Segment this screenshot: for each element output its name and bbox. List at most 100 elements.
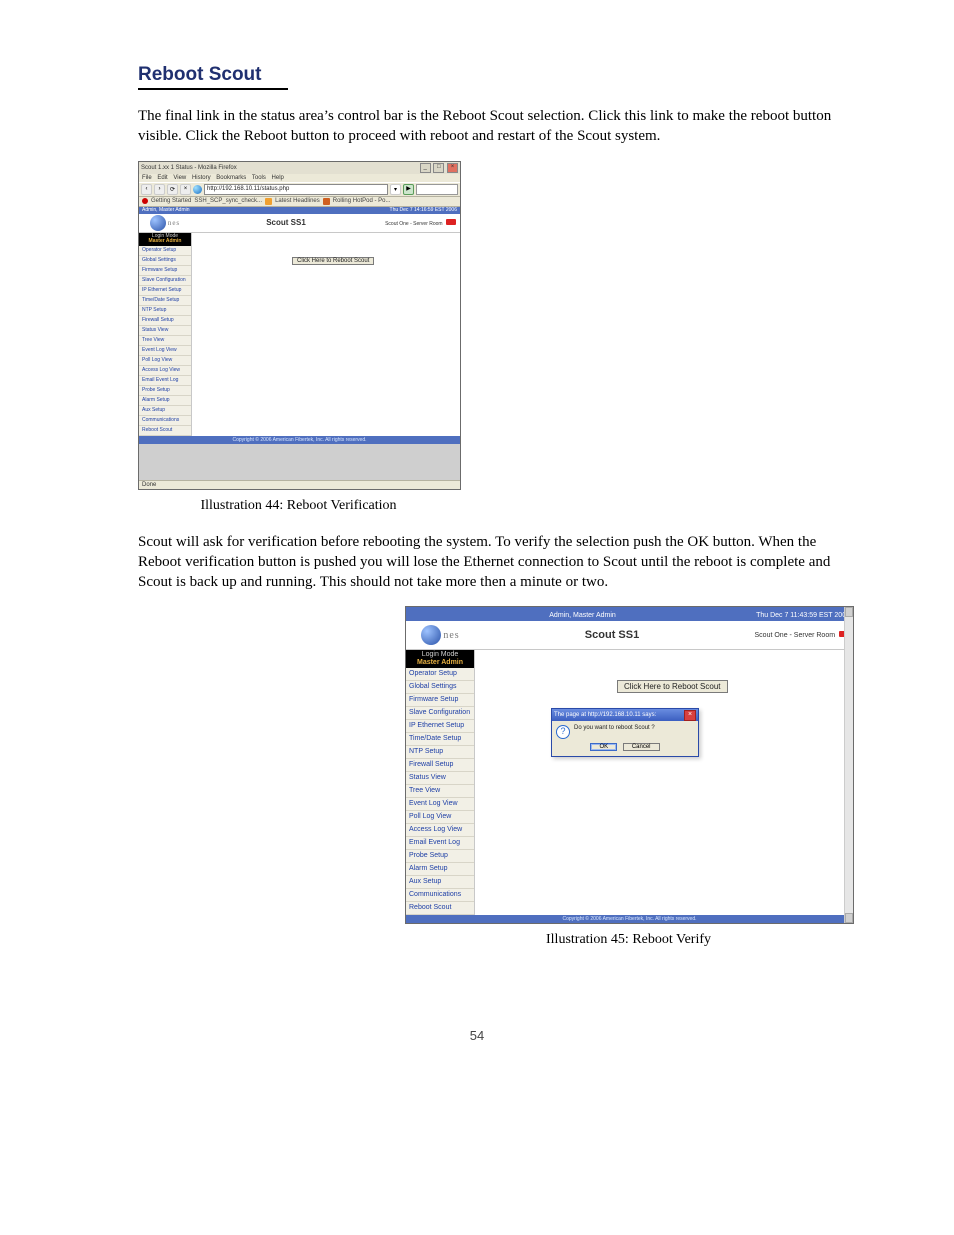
nav-operator-setup[interactable]: Operator Setup [406, 668, 474, 681]
reboot-scout-button[interactable]: Click Here to Reboot Scout [617, 680, 728, 693]
app-logobar: nes Scout SS1 Scout One - Server Room [139, 214, 460, 233]
nav-ip-ethernet-setup[interactable]: IP Ethernet Setup [139, 286, 191, 296]
browser-menubar[interactable]: File Edit View History Bookmarks Tools H… [139, 174, 460, 182]
device-title: Scout SS1 [475, 629, 749, 641]
nav-status-view[interactable]: Status View [139, 326, 191, 336]
back-button[interactable]: ‹ [141, 184, 152, 195]
nav-firewall-setup[interactable]: Firewall Setup [139, 316, 191, 326]
nav-alarm-setup[interactable]: Alarm Setup [139, 396, 191, 406]
device-title: Scout SS1 [191, 218, 381, 227]
nav-ntp-setup[interactable]: NTP Setup [139, 306, 191, 316]
nav-event-log-view[interactable]: Event Log View [406, 798, 474, 811]
bookmark-getting-started[interactable]: Getting Started [151, 198, 191, 204]
nav-operator-setup[interactable]: Operator Setup [139, 246, 191, 256]
nav-alarm-setup[interactable]: Alarm Setup [406, 863, 474, 876]
scroll-up-button[interactable] [845, 607, 853, 617]
nav-time-date-setup[interactable]: Time/Date Setup [406, 733, 474, 746]
nav-event-log-view[interactable]: Event Log View [139, 346, 191, 356]
scroll-down-button[interactable] [845, 913, 853, 923]
nav-reboot-scout[interactable]: Reboot Scout [139, 426, 191, 436]
nav-probe-setup[interactable]: Probe Setup [139, 386, 191, 396]
nav-time-date-setup[interactable]: Time/Date Setup [139, 296, 191, 306]
nav-slave-configuration[interactable]: Slave Configuration [406, 707, 474, 720]
record-icon [446, 219, 456, 225]
nav-email-event-log[interactable]: Email Event Log [406, 837, 474, 850]
app-header-time: Thu Dec 7 11:43:59 EST 2006 [756, 611, 850, 621]
browser-title: Scout 1.xx 1 Status - Mozilla Firefox [141, 165, 237, 171]
close-button[interactable]: × [447, 163, 458, 173]
reload-button[interactable]: ⟳ [167, 184, 178, 195]
address-bar[interactable]: http://192.168.10.11/status.php [204, 184, 388, 195]
app-logobar: nes Scout SS1 Scout One - Server Room [406, 621, 853, 650]
figure-reboot-verify: Admin, Master Admin Thu Dec 7 11:43:59 E… [405, 606, 854, 923]
app-logo-icon [421, 625, 441, 645]
browser-blank-area [139, 444, 460, 480]
nav-poll-log-view[interactable]: Poll Log View [406, 811, 474, 824]
scrollbar[interactable] [844, 607, 853, 922]
nav-firmware-setup[interactable]: Firmware Setup [139, 266, 191, 276]
question-icon: ? [556, 725, 570, 739]
stop-button[interactable]: × [180, 184, 191, 195]
dialog-titlebar: The page at http://192.168.10.11 says: × [552, 709, 698, 721]
app-brand: nes [168, 219, 180, 227]
bookmark-headlines[interactable]: Latest Headlines [275, 198, 320, 204]
app-header-time: Thu Dec 7 14:16:59 EST 2006 [390, 207, 457, 214]
dialog-message: Do you want to reboot Scout ? [574, 725, 694, 731]
figure-1-caption: Illustration 44: Reboot Verification [138, 498, 459, 514]
nav-poll-log-view[interactable]: Poll Log View [139, 356, 191, 366]
app-header-user: Admin, Master Admin [549, 611, 616, 621]
nav-aux-setup[interactable]: Aux Setup [406, 876, 474, 889]
nav-access-log-view[interactable]: Access Log View [139, 366, 191, 376]
nav-communications[interactable]: Communications [406, 889, 474, 902]
main-pane: Click Here to Reboot Scout The page at h… [475, 650, 853, 862]
home-icon[interactable] [193, 185, 202, 194]
bookmark-icon [265, 198, 272, 205]
nav-global-settings[interactable]: Global Settings [139, 256, 191, 266]
nav-ip-ethernet-setup[interactable]: IP Ethernet Setup [406, 720, 474, 733]
nav-reboot-scout[interactable]: Reboot Scout [406, 902, 474, 915]
nav-tree-view[interactable]: Tree View [406, 785, 474, 798]
nav-ntp-setup[interactable]: NTP Setup [406, 746, 474, 759]
forward-button[interactable]: › [154, 184, 165, 195]
app-body: Login Mode Master Admin Operator Setup G… [406, 650, 853, 914]
app-brand: nes [443, 630, 459, 641]
app-body: Login Mode Master Admin Operator Setup G… [139, 233, 460, 436]
sidebar-login-mode: Login Mode Master Admin [139, 233, 191, 246]
maximize-button[interactable]: □ [433, 163, 444, 173]
nav-communications[interactable]: Communications [139, 416, 191, 426]
browser-navbar: ‹ › ⟳ × http://192.168.10.11/status.php … [139, 182, 460, 197]
nav-slave-configuration[interactable]: Slave Configuration [139, 276, 191, 286]
feed-icon[interactable]: ▾ [390, 184, 401, 195]
nav-aux-setup[interactable]: Aux Setup [139, 406, 191, 416]
figure-2-caption: Illustration 45: Reboot Verify [405, 932, 852, 948]
nav-probe-setup[interactable]: Probe Setup [406, 850, 474, 863]
dialog-cancel-button[interactable]: Cancel [623, 743, 660, 751]
app-footer: Copyright © 2006 American Fibertek, Inc.… [406, 915, 853, 923]
minimize-button[interactable]: _ [420, 163, 431, 173]
reboot-scout-button[interactable]: Click Here to Reboot Scout [292, 257, 374, 265]
app-logo-icon [150, 215, 166, 231]
dialog-ok-button[interactable]: OK [590, 743, 617, 751]
section-heading: Reboot Scout [138, 64, 844, 86]
bookmark-rolling[interactable]: Rolling HotPod - Po... [333, 198, 391, 204]
sidebar-login-mode: Login Mode Master Admin [406, 650, 474, 667]
nav-global-settings[interactable]: Global Settings [406, 681, 474, 694]
app-header: Admin, Master Admin Thu Dec 7 11:43:59 E… [406, 611, 853, 621]
nav-email-event-log[interactable]: Email Event Log [139, 376, 191, 386]
nav-access-log-view[interactable]: Access Log View [406, 824, 474, 837]
paragraph-2: Scout will ask for verification before r… [138, 532, 844, 593]
confirm-dialog: The page at http://192.168.10.11 says: ×… [551, 708, 699, 757]
nav-firmware-setup[interactable]: Firmware Setup [406, 694, 474, 707]
bookmark-ssh[interactable]: SSH_SCP_sync_check... [194, 198, 262, 204]
bookmark-icon [323, 198, 330, 205]
nav-status-view[interactable]: Status View [406, 772, 474, 785]
bookmark-icon[interactable] [142, 198, 148, 204]
dialog-title-text: The page at http://192.168.10.11 says: [554, 712, 656, 718]
dialog-close-button[interactable]: × [684, 710, 696, 721]
nav-tree-view[interactable]: Tree View [139, 336, 191, 346]
go-button[interactable]: ▶ [403, 184, 414, 195]
search-box[interactable] [416, 184, 458, 195]
nav-firewall-setup[interactable]: Firewall Setup [406, 759, 474, 772]
bookmarks-toolbar: Getting Started SSH_SCP_sync_check... La… [139, 197, 460, 207]
browser-statusbar: Done [139, 480, 460, 489]
